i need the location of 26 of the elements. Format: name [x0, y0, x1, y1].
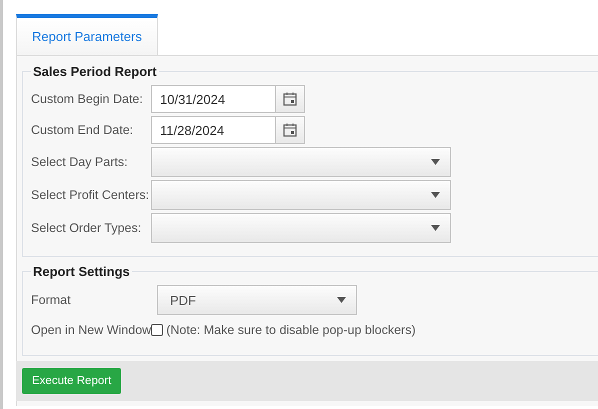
dropdown-arrow-icon: [337, 297, 346, 303]
dropdown-arrow-icon: [431, 225, 440, 231]
field-label: Custom Begin Date:: [31, 92, 144, 106]
calendar-button[interactable]: [275, 116, 305, 144]
field-label: Open in New Window: [31, 323, 152, 337]
dropdown-field[interactable]: PDF: [157, 285, 357, 315]
checkbox[interactable]: [151, 324, 164, 336]
field-label: Select Order Types:: [31, 221, 142, 235]
date-input-field[interactable]: 11/28/2024: [151, 116, 275, 144]
dropdown-field[interactable]: [151, 147, 451, 177]
calendar-button[interactable]: [275, 85, 305, 113]
dropdown-arrow-icon: [431, 192, 440, 198]
field-label: Format: [31, 293, 72, 307]
dropdown-arrow-icon: [431, 159, 440, 165]
field-label: Select Day Parts:: [31, 155, 129, 169]
dropdown-field[interactable]: [151, 180, 451, 210]
field-label: Select Profit Centers:: [31, 188, 150, 202]
calendar-icon: [283, 123, 297, 137]
date-input-field[interactable]: 10/31/2024: [151, 85, 275, 113]
section-title: Sales Period Report: [32, 64, 158, 79]
note-text: (Note: Make sure to disable pop-up blockers): [166, 323, 416, 337]
section-title: Report Settings: [32, 264, 131, 279]
dropdown-field[interactable]: [151, 213, 451, 243]
calendar-icon: [283, 92, 297, 106]
field-label: Custom End Date:: [31, 123, 134, 137]
tab[interactable]: Report Parameters: [16, 14, 158, 55]
